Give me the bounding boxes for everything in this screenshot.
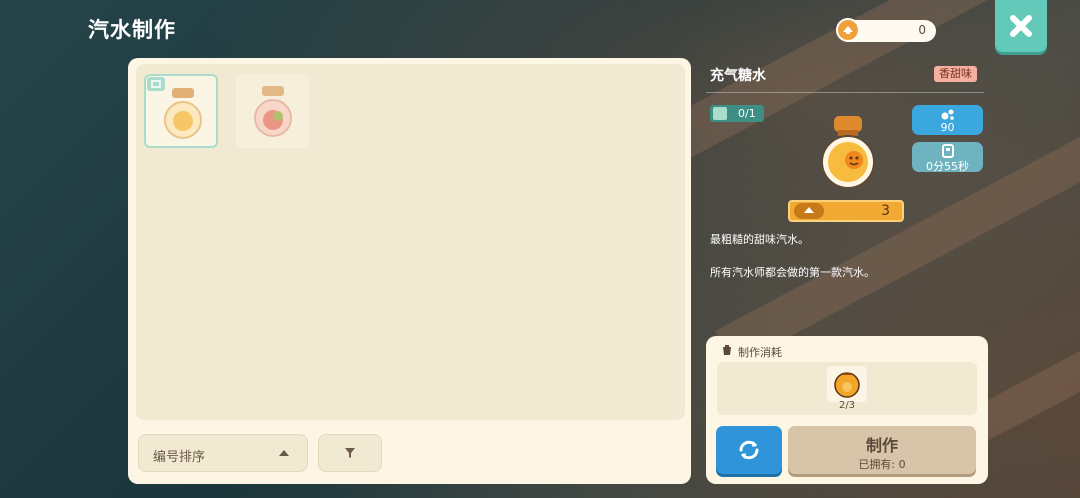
recipe-grid [136,64,685,420]
brew-time: 0分55秒 [926,160,969,173]
bubbles-icon [941,109,954,120]
soda-jar-preview-icon [821,116,875,189]
sort-arrow-icon [279,450,289,456]
price-bar: 3 [788,200,904,222]
description-line-1: 最粗糙的甜味汽水。 [710,233,809,246]
price-value: 3 [881,203,890,219]
coin-icon [836,18,860,42]
brew-time-stat: 0分55秒 [912,142,983,173]
soda-name: 充气糖水 [710,68,766,84]
page-title: 汽水制作 [88,18,176,42]
detail-divider [706,92,984,93]
recipe-slot-orange-soda[interactable] [144,74,218,148]
filter-button[interactable] [318,434,382,472]
currency-value: 0 [918,23,926,37]
timer-icon [941,144,954,158]
filter-icon [345,448,355,458]
recipe-tag-icon [147,77,165,91]
material-count: 2/3 [838,400,856,411]
refresh-icon [739,440,759,460]
owned-label: 已拥有: 0 [858,458,906,471]
material-slot[interactable] [827,366,867,402]
fizz-value: 90 [940,121,955,134]
recipe-book-icon [713,107,727,120]
close-button[interactable] [995,0,1047,52]
orange-fruit-icon [834,372,860,398]
cup-icon [723,345,731,355]
fizz-stat: 90 [912,105,983,135]
cost-title: 制作消耗 [738,346,782,359]
owned-count: 0/1 [738,107,756,120]
material-list: 2/3 [717,362,977,415]
make-button[interactable]: 制作 已拥有: 0 [788,426,976,474]
sort-dropdown[interactable]: 编号排序 [138,434,308,472]
description-line-2: 所有汽水师都会做的第一款汽水。 [710,266,875,279]
crafting-cost-panel: 制作消耗 2/3 制作 已拥有: 0 [706,336,988,484]
recipe-slot-strawberry-soda[interactable] [236,74,310,148]
owned-count-badge: 0/1 [710,105,764,122]
auto-cycle-button[interactable] [716,426,782,474]
coin-icon [794,203,824,219]
strawberry-soda-jar-icon [254,86,292,137]
currency-bar: 0 [836,18,936,42]
close-icon [1010,15,1032,37]
recipe-list-panel: 编号排序 [128,58,691,484]
make-label: 制作 [865,436,898,455]
sort-label: 编号排序 [153,450,206,465]
flavor-badge: 香甜味 [934,66,977,82]
